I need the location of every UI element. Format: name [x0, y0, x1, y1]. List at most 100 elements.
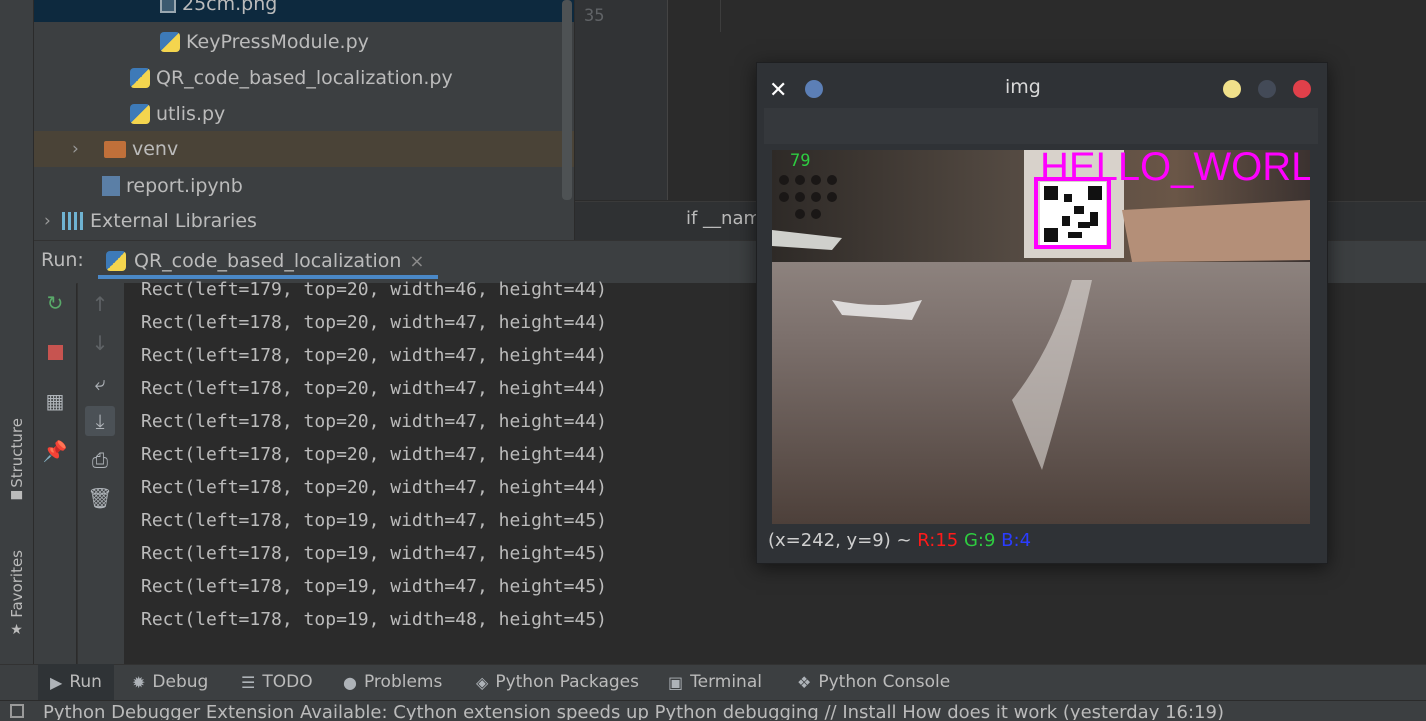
camera-frame[interactable]: 79 HELLO_WORL	[772, 150, 1310, 524]
tab-label: Problems	[363, 672, 443, 692]
console-line: Rect(left=178, top=20, width=47, height=…	[141, 345, 607, 366]
close-icon[interactable]: ×	[409, 251, 424, 272]
breadcrumb[interactable]: if __nam	[686, 208, 761, 229]
tree-item-qr-localization[interactable]: QR_code_based_localization.py	[34, 60, 574, 96]
tree-item-label: report.ipynb	[126, 175, 243, 197]
tab-label: Run	[69, 672, 102, 692]
library-icon	[62, 212, 84, 230]
png-file-icon	[160, 0, 176, 13]
tree-item-venv[interactable]: › venv	[34, 131, 574, 167]
run-tab-label: QR_code_based_localization	[134, 250, 402, 272]
run-config-tab[interactable]: QR_code_based_localization ×	[106, 244, 425, 278]
console-line: Rect(left=179, top=20, width=46, height=…	[141, 279, 607, 300]
line-number: 35	[584, 6, 605, 26]
python-file-icon	[130, 104, 150, 124]
tree-item-external-libraries[interactable]: › External Libraries	[34, 203, 574, 239]
tab-label: Python Console	[818, 672, 951, 692]
python-file-icon	[130, 68, 150, 88]
tab-label: Python Packages	[495, 672, 639, 692]
tab-label: Terminal	[690, 672, 762, 692]
tree-item-25cm-png[interactable]: 25cm.png	[34, 0, 574, 22]
tree-item-label: venv	[132, 138, 179, 160]
soft-wrap-icon[interactable]: ⤶	[85, 368, 115, 398]
scroll-to-end-icon[interactable]: ⤓	[85, 406, 115, 436]
tab-label: TODO	[262, 672, 313, 692]
structure-tab-label: Structure	[7, 418, 26, 488]
image-toolbar	[764, 108, 1318, 144]
run-panel-label: Run:	[41, 249, 84, 271]
pixel-green: G:9	[963, 530, 996, 551]
project-tree-scrollbar[interactable]	[562, 0, 572, 200]
pixel-info: (x=242, y=9) ~ R:15 G:9 B:4	[768, 530, 1031, 551]
console-line: Rect(left=178, top=20, width=47, height=…	[141, 477, 607, 498]
tree-item-label: QR_code_based_localization.py	[156, 67, 453, 89]
console-line: Rect(left=178, top=20, width=47, height=…	[141, 378, 607, 399]
structure-tool-tab[interactable]: Structure ▀	[0, 418, 33, 508]
star-icon: ★	[10, 621, 23, 638]
pixel-coords: (x=242, y=9) ~	[768, 530, 918, 551]
tab-run[interactable]: ▶ Run	[38, 664, 114, 700]
console-line: Rect(left=178, top=19, width=47, height=…	[141, 510, 607, 531]
arrow-up-icon[interactable]: ↑	[85, 289, 115, 319]
console-line: Rect(left=178, top=20, width=47, height=…	[141, 444, 607, 465]
favorites-tab-label: Favorites	[7, 550, 26, 618]
fps-counter: 79	[790, 151, 810, 171]
project-tree: 25cm.png KeyPressModule.py QR_code_based…	[34, 0, 574, 240]
console-line: Rect(left=178, top=20, width=47, height=…	[141, 312, 607, 333]
structure-icon: ▀	[11, 491, 22, 508]
tree-item-report[interactable]: report.ipynb	[34, 168, 574, 204]
status-message[interactable]: Python Debugger Extension Available: Cyt…	[43, 700, 1224, 720]
tree-item-utlis[interactable]: utlis.py	[34, 96, 574, 132]
tab-python-console[interactable]: ❖ Python Console	[797, 664, 950, 700]
python-console-icon: ❖	[797, 672, 812, 692]
editor-gutter	[575, 0, 668, 200]
tree-item-label: 25cm.png	[182, 0, 278, 15]
run-icon: ▶	[50, 672, 63, 692]
window-close-button[interactable]	[1293, 80, 1311, 98]
pixel-blue: B:4	[1001, 530, 1032, 551]
window-toggle-icon[interactable]	[10, 704, 24, 718]
folder-icon	[104, 140, 126, 158]
list-icon: ☰	[241, 672, 256, 692]
tab-debug[interactable]: ✹ Debug	[132, 664, 208, 700]
layers-icon: ◈	[476, 672, 489, 692]
chevron-right-icon[interactable]: ›	[44, 211, 62, 231]
tree-item-keypressmodule[interactable]: KeyPressModule.py	[34, 24, 574, 60]
stop-button[interactable]	[40, 337, 70, 367]
tab-problems[interactable]: ● Problems	[343, 664, 442, 700]
print-icon[interactable]: ⎙	[85, 445, 115, 475]
arrow-down-icon[interactable]: ↓	[85, 328, 115, 358]
console-line: Rect(left=178, top=19, width=48, height=…	[141, 609, 607, 630]
chevron-right-icon[interactable]: ›	[72, 139, 90, 159]
qr-decoded-text: HELLO_WORL	[1040, 150, 1310, 189]
indent-guide	[720, 0, 721, 32]
tree-item-label: KeyPressModule.py	[186, 31, 369, 53]
rerun-icon[interactable]: ↻	[40, 288, 70, 318]
camera-image: 79 HELLO_WORL	[772, 150, 1310, 524]
problems-icon: ●	[343, 672, 357, 692]
minimize-button[interactable]	[1223, 80, 1241, 98]
favorites-tool-tab[interactable]: Favorites ★	[0, 550, 33, 638]
python-file-icon	[160, 32, 180, 52]
tab-label: Debug	[152, 672, 209, 692]
tab-python-packages[interactable]: ◈ Python Packages	[476, 664, 639, 700]
stop-icon	[47, 344, 63, 360]
close-icon[interactable]: ✕	[769, 78, 787, 103]
tree-item-label: utlis.py	[156, 103, 226, 125]
trash-icon[interactable]: 🗑	[85, 483, 115, 513]
notebook-file-icon	[102, 176, 120, 196]
console-line: Rect(left=178, top=19, width=47, height=…	[141, 543, 607, 564]
pixel-red: R:15	[917, 530, 959, 551]
tab-terminal[interactable]: ▣ Terminal	[668, 664, 762, 700]
tab-todo[interactable]: ☰ TODO	[241, 664, 313, 700]
maximize-button[interactable]	[1258, 80, 1276, 98]
window-title: img	[1005, 76, 1041, 98]
terminal-icon: ▣	[668, 672, 684, 692]
tree-item-label: External Libraries	[90, 210, 257, 232]
layout-icon[interactable]: ▦	[40, 386, 70, 416]
python-icon	[106, 251, 126, 271]
pin-icon[interactable]: 📌	[40, 436, 70, 466]
console-line: Rect(left=178, top=19, width=47, height=…	[141, 576, 607, 597]
menu-dot-icon[interactable]	[805, 80, 823, 98]
console-line: Rect(left=178, top=20, width=47, height=…	[141, 411, 607, 432]
